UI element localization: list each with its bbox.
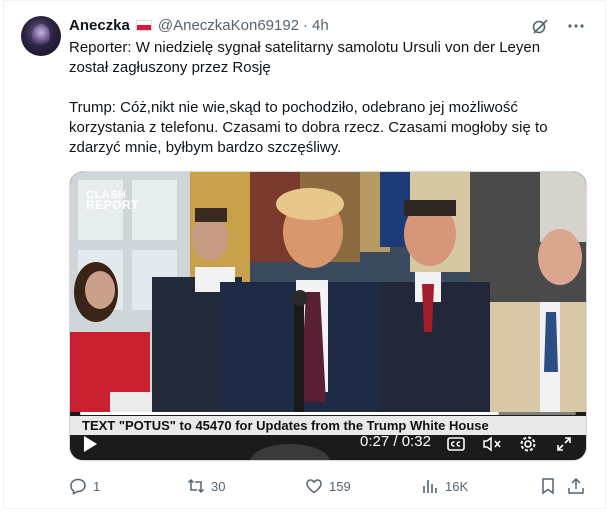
views-icon (423, 480, 437, 493)
video-controls: 0:27 / 0:32 (70, 430, 586, 458)
repost-count: 30 (211, 478, 226, 494)
video-progress-bar[interactable] (80, 412, 576, 415)
bookmark-button[interactable] (539, 476, 557, 496)
separator-dot: · (303, 16, 309, 34)
fullscreen-icon[interactable] (554, 434, 574, 454)
captions-icon[interactable] (446, 434, 466, 454)
author-name[interactable]: Aneczka (69, 17, 130, 34)
video-player[interactable]: CLASH REPORT TEXT "POTUS" to 45470 for U… (69, 171, 587, 461)
reply-button[interactable]: 1 (69, 476, 100, 496)
like-count: 159 (329, 478, 351, 494)
duration: 0:32 (401, 433, 431, 450)
settings-icon[interactable] (518, 434, 538, 454)
repost-icon (187, 478, 205, 494)
views-button[interactable]: 16K (421, 476, 468, 496)
video-time: 0:27 / 0:32 (360, 433, 431, 450)
heart-icon (306, 479, 322, 494)
tweet-paragraph-1: Reporter: W niedzielę sygnał satelitarny… (69, 39, 541, 76)
more-options-icon[interactable] (566, 16, 586, 36)
share-button[interactable] (567, 476, 585, 496)
tweet-header: Aneczka @AneczkaKon69192 · 4h (69, 14, 329, 36)
repost-button[interactable]: 30 (187, 476, 225, 496)
author-handle[interactable]: @AneczkaKon69192 (158, 17, 299, 34)
tweet-time[interactable]: 4h (312, 17, 329, 34)
bookmark-icon (542, 478, 554, 495)
video-progress-fill (80, 412, 499, 415)
views-count: 16K (445, 478, 469, 494)
poland-flag-icon (135, 19, 152, 31)
video-brand-logo: CLASH REPORT (86, 190, 140, 212)
play-icon[interactable] (84, 436, 97, 452)
mute-icon[interactable] (482, 434, 502, 454)
share-icon (568, 477, 584, 494)
tweet-paragraph-2: Trump: Cóż,nikt nie wie,skąd to pochodzi… (69, 99, 548, 156)
like-button[interactable]: 159 (305, 476, 351, 496)
grok-icon[interactable] (530, 16, 550, 36)
tweet-actions: 1 30 159 16K (69, 476, 589, 496)
brand-line-2: REPORT (86, 198, 140, 212)
time-separator: / (389, 433, 402, 450)
avatar[interactable] (21, 16, 61, 56)
tweet-text: Reporter: W niedzielę sygnał satelitarny… (69, 38, 569, 158)
reply-count: 1 (93, 478, 101, 494)
reply-icon (70, 478, 86, 495)
current-time: 0:27 (360, 433, 390, 450)
